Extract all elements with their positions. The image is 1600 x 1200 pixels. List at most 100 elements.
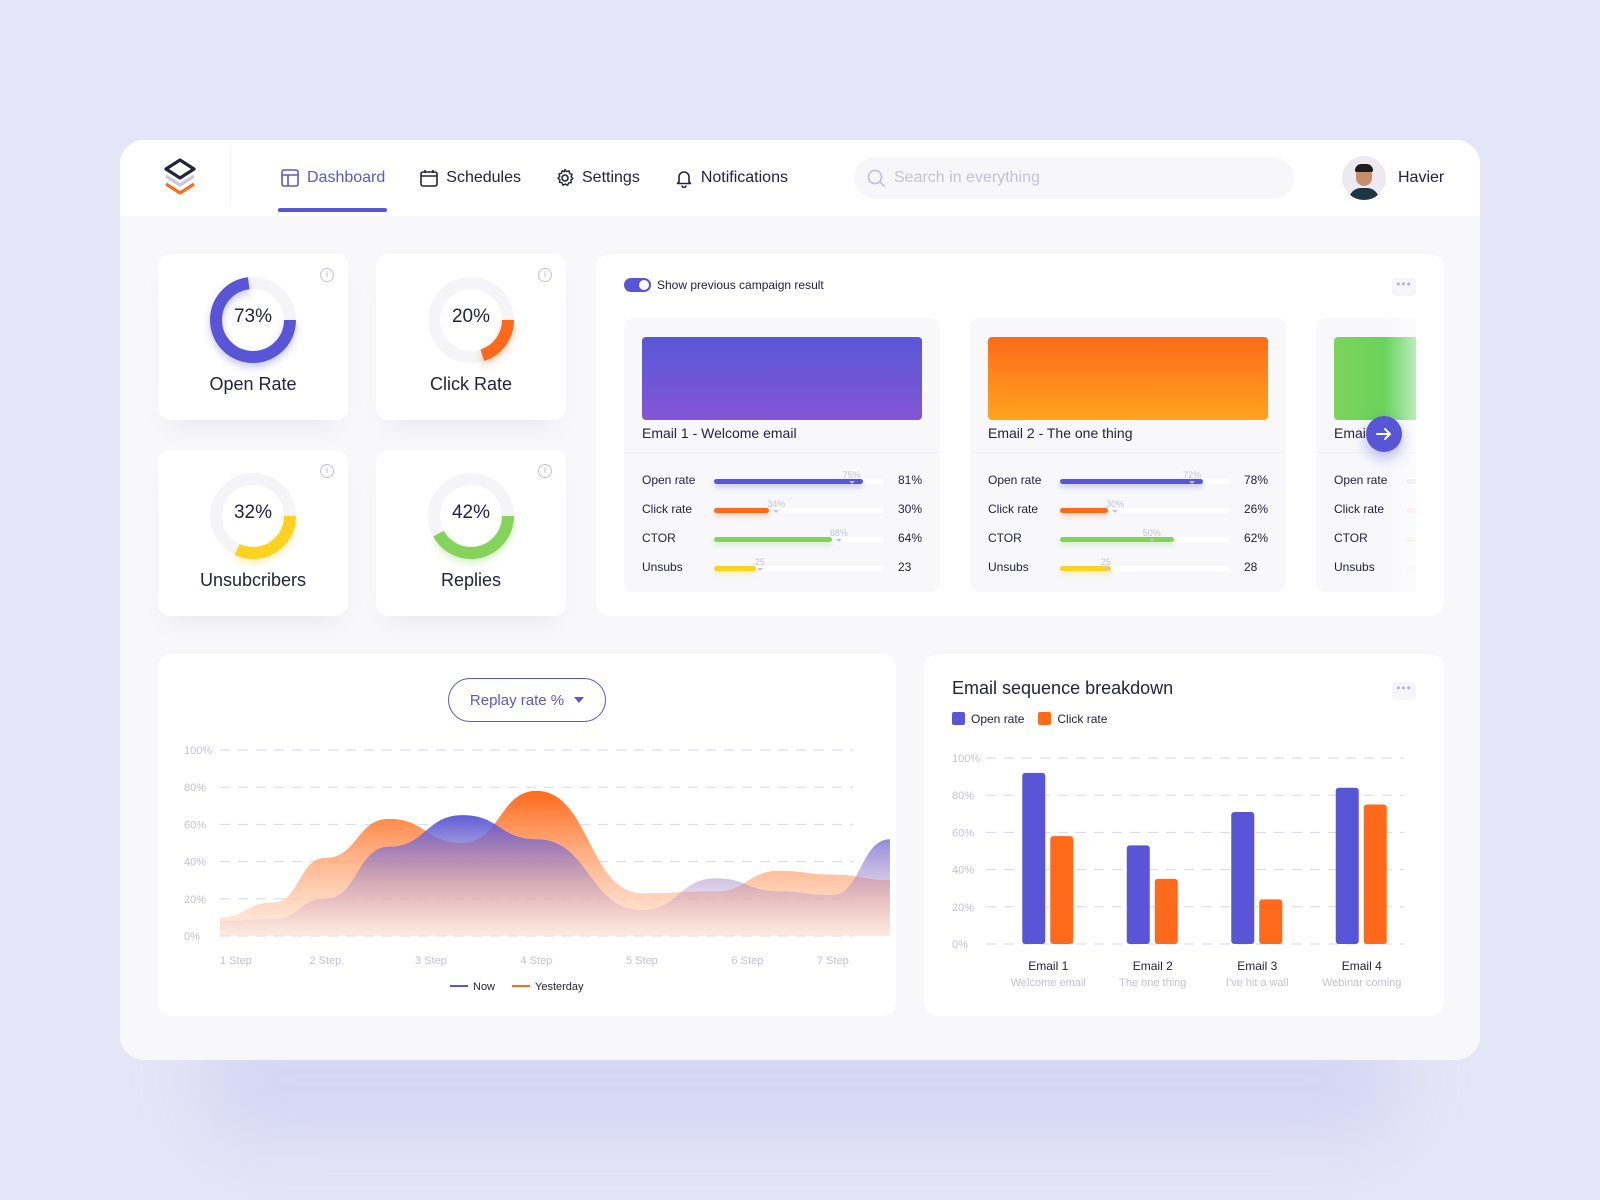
bar-click-rate[interactable] (1363, 804, 1387, 945)
campaign-results-panel: Show previous campaign result ••• Email … (596, 254, 1444, 616)
carousel-next-button[interactable] (1366, 416, 1402, 452)
bar-click-rate[interactable] (1259, 899, 1283, 944)
kpi-card-click-rate[interactable]: i 20% Click Rate (376, 254, 566, 420)
nav-tab-dashboard[interactable]: Dashboard (277, 140, 388, 216)
metric-row: Click rate 34% 30% (642, 497, 932, 517)
bar-click-rate[interactable] (1154, 878, 1178, 944)
info-icon[interactable]: i (538, 268, 552, 282)
nav-tab-label: Schedules (446, 169, 521, 186)
user-menu[interactable]: Havier (1342, 156, 1444, 200)
metric-bar-track: 75% (714, 470, 884, 484)
bar-open-rate[interactable] (1231, 811, 1255, 944)
x-tick-label: 1 Step (220, 955, 252, 967)
y-tick-label: 80% (952, 790, 974, 802)
metric-bar-track: 25 (1060, 557, 1230, 571)
metric-value: 23 (898, 560, 912, 574)
x-tick-label: 7 Step (817, 955, 849, 967)
kpi-card-open-rate[interactable]: i 73% Open Rate (158, 254, 348, 420)
metric-label: Unsubs (642, 560, 683, 574)
x-subtick-label: Welcome email (1011, 977, 1086, 989)
kpi-value: 42% (451, 502, 491, 523)
x-tick-label: 3 Step (415, 955, 447, 967)
metric-label: Open rate (642, 473, 696, 487)
x-tick-label: Email 1 (1028, 959, 1068, 973)
kpi-label: Click Rate (429, 374, 513, 394)
nav-tab-settings[interactable]: Settings (555, 140, 640, 216)
metric-row: Open rate 72% 78% (988, 468, 1278, 488)
email-card[interactable]: Email 2 - The one thing Open rate 72% 78% Cl… (970, 318, 1286, 592)
bar-open-rate[interactable] (1126, 845, 1150, 944)
email-title: Email 2 - The one thing (988, 425, 1133, 441)
metric-label: Unsubs (988, 560, 1029, 574)
main-nav: Dashboard Schedules Settings Notificatio… (277, 140, 822, 216)
metric-value: 62% (1244, 531, 1269, 545)
y-tick-label: 20% (184, 894, 206, 906)
info-icon[interactable]: i (320, 464, 334, 478)
metric-bar-track: 72% (1060, 470, 1230, 484)
toggle-label: Show previous campaign result (657, 278, 824, 292)
metric-value: 64% (898, 531, 923, 545)
x-tick-label: 5 Step (626, 955, 658, 967)
info-icon[interactable]: i (538, 464, 552, 478)
previous-result-marker: 25 (754, 557, 765, 571)
y-tick-label: 100% (952, 753, 980, 765)
metric-row: CTOR 50% 62% (988, 526, 1278, 546)
search-icon (867, 169, 885, 187)
bar-open-rate[interactable] (1335, 787, 1359, 944)
metric-value: 78% (1244, 473, 1269, 487)
email-sequence-chart-card: Email sequence breakdown ••• Open rate C… (924, 654, 1444, 1016)
y-tick-label: 60% (184, 819, 206, 831)
x-tick-label: Email 2 (1133, 959, 1173, 973)
metric-row: Unsubs 25 23 (642, 555, 932, 575)
kpi-label: Open Rate (209, 374, 297, 394)
top-navigation-bar: Dashboard Schedules Settings Notificatio… (120, 140, 1480, 216)
email-cards-carousel: Email 1 - Welcome email Open rate 75% 81% Cl… (624, 318, 1416, 592)
y-tick-label: 100% (184, 745, 212, 757)
y-tick-label: 20% (952, 902, 974, 914)
divider (624, 452, 940, 453)
metric-label: Click rate (642, 502, 693, 516)
x-tick-label: Email 3 (1237, 959, 1277, 973)
nav-tab-label: Notifications (700, 169, 788, 186)
legend-label: Yesterday (535, 981, 584, 993)
kpi-value: 73% (233, 306, 273, 327)
metric-bar-fill (714, 508, 770, 513)
previous-campaign-toggle-row[interactable]: Show previous campaign result (624, 278, 824, 292)
kpi-card-unsubscribers[interactable]: i 32% Unsubcribers (158, 450, 348, 616)
previous-campaign-toggle[interactable] (624, 278, 651, 292)
previous-result-marker: 68% (829, 528, 848, 542)
previous-result-marker: 25 (1100, 557, 1111, 571)
arrow-right-icon (1376, 428, 1391, 440)
metric-label: Unsubs (1334, 560, 1375, 574)
kpi-value: 32% (233, 502, 273, 523)
info-icon[interactable]: i (320, 268, 334, 282)
more-options-button[interactable]: ••• (1392, 278, 1416, 296)
area-chart: 0% 20% 40% 60% 80% 100% 1 Step 2 Step 3 Step 4 St… (184, 745, 890, 993)
email-card[interactable]: Email 1 - Welcome email Open rate 75% 81% Cl… (624, 318, 940, 592)
y-tick-label: 0% (952, 939, 968, 951)
x-subtick-label: The one thing (1119, 977, 1186, 989)
metric-label: CTOR (642, 531, 676, 545)
metric-bar-track: 68% (714, 528, 884, 542)
metric-label: Click rate (1334, 502, 1385, 516)
x-subtick-label: I've hit a wall (1226, 977, 1289, 989)
bar-click-rate[interactable] (1050, 836, 1074, 944)
previous-result-marker: 30% (1106, 499, 1125, 513)
previous-result-marker: 75% (842, 470, 861, 484)
x-tick-label: 4 Step (521, 955, 553, 967)
metric-label: Click rate (988, 502, 1039, 516)
kpi-card-replies[interactable]: i 42% Replies (376, 450, 566, 616)
nav-tab-notifications[interactable]: Notifications (674, 140, 788, 216)
layers-logo-icon[interactable] (156, 154, 204, 202)
metric-row: CTOR 68% 64% (642, 526, 932, 546)
bell-icon (676, 171, 692, 188)
metric-bar-fill (714, 479, 863, 484)
bar-open-rate[interactable] (1022, 772, 1046, 944)
metric-value: 81% (898, 473, 923, 487)
search-input[interactable] (894, 169, 1274, 187)
divider (970, 452, 1286, 453)
avatar[interactable] (1342, 156, 1386, 200)
nav-tab-schedules[interactable]: Schedules (419, 140, 521, 216)
x-tick-label: 6 Step (732, 955, 764, 967)
previous-result-marker: 72% (1183, 470, 1202, 484)
